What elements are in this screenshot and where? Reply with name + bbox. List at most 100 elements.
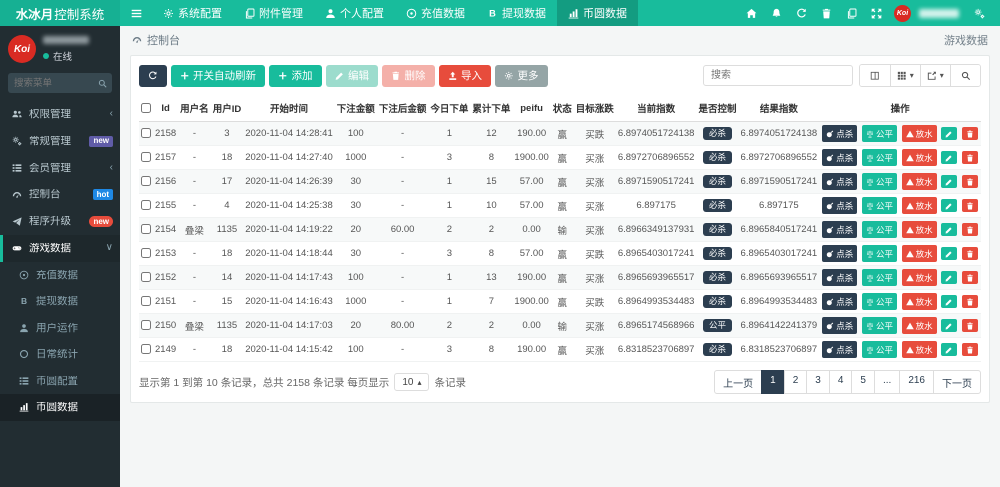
refresh-button[interactable] bbox=[139, 65, 167, 87]
column-header[interactable]: 操作 bbox=[819, 95, 981, 122]
sidebar-item-coin-data[interactable]: 币圆数据 bbox=[0, 394, 120, 421]
edit-row-button[interactable] bbox=[941, 319, 957, 332]
column-header[interactable]: 当前指数 bbox=[616, 95, 697, 122]
column-header[interactable]: 累计下单 bbox=[470, 95, 512, 122]
sidebar-item-withdraw-data[interactable]: B 提现数据 bbox=[0, 288, 120, 315]
avatar[interactable]: Koi bbox=[894, 5, 911, 22]
column-header[interactable]: 用户ID bbox=[211, 95, 244, 122]
kill-button[interactable]: 点杀 bbox=[822, 245, 857, 262]
refresh-icon[interactable] bbox=[789, 8, 814, 19]
kill-button[interactable]: 点杀 bbox=[822, 125, 857, 142]
kill-button[interactable]: 点杀 bbox=[822, 221, 857, 238]
water-button[interactable]: 放水 bbox=[902, 197, 937, 214]
water-button[interactable]: 放水 bbox=[902, 245, 937, 262]
sidebar-item-user-ops[interactable]: 用户运作 bbox=[0, 315, 120, 342]
edit-row-button[interactable] bbox=[941, 151, 957, 164]
kill-button[interactable]: 点杀 bbox=[822, 317, 857, 334]
column-header[interactable]: 下注金额 bbox=[335, 95, 377, 122]
sidebar-item-coin-config[interactable]: 币圆配置 bbox=[0, 368, 120, 395]
fair-button[interactable]: 公平 bbox=[862, 149, 897, 166]
sidebar-item-permission-mgmt[interactable]: 权限管理 ‹ bbox=[0, 101, 120, 128]
row-checkbox[interactable] bbox=[141, 128, 151, 138]
column-header[interactable]: 用户名 bbox=[178, 95, 211, 122]
page-button[interactable]: 2 bbox=[784, 370, 808, 394]
column-header[interactable]: Id bbox=[153, 95, 178, 122]
kill-button[interactable]: 点杀 bbox=[822, 341, 857, 358]
expand-icon[interactable] bbox=[864, 8, 889, 19]
sidebar-item-member-mgmt[interactable]: 会员管理 ‹ bbox=[0, 155, 120, 182]
page-ellipsis[interactable]: ... bbox=[874, 370, 900, 394]
avatar[interactable]: Koi bbox=[8, 35, 36, 63]
add-button[interactable]: 添加 bbox=[269, 65, 322, 87]
topnav-item-profile-config[interactable]: 个人配置 bbox=[314, 0, 395, 26]
prev-page-button[interactable]: 上一页 bbox=[714, 370, 762, 394]
topnav-item-withdraw-data[interactable]: B 提现数据 bbox=[476, 0, 557, 26]
page-button[interactable]: 4 bbox=[829, 370, 853, 394]
row-checkbox[interactable] bbox=[141, 344, 151, 354]
fair-button[interactable]: 公平 bbox=[862, 221, 897, 238]
bell-icon[interactable] bbox=[764, 8, 789, 19]
edit-row-button[interactable] bbox=[941, 223, 957, 236]
edit-row-button[interactable] bbox=[941, 127, 957, 140]
fair-button[interactable]: 公平 bbox=[862, 245, 897, 262]
delete-button[interactable]: 删除 bbox=[382, 65, 435, 87]
row-checkbox[interactable] bbox=[141, 296, 151, 306]
topnav-item-system-config[interactable]: 系统配置 bbox=[152, 0, 233, 26]
files-icon[interactable] bbox=[839, 8, 864, 19]
column-header[interactable]: 下注后金额 bbox=[377, 95, 429, 122]
more-button[interactable]: 更多 bbox=[495, 65, 548, 87]
delete-row-button[interactable] bbox=[962, 271, 978, 284]
sidebar-search-input[interactable] bbox=[8, 73, 92, 93]
column-header[interactable]: 状态 bbox=[551, 95, 574, 122]
fair-button[interactable]: 公平 bbox=[862, 293, 897, 310]
columns-button[interactable]: ▾ bbox=[890, 65, 920, 86]
row-checkbox[interactable] bbox=[141, 152, 151, 162]
sidebar-item-game-data[interactable]: 游戏数据 ∨ bbox=[0, 235, 120, 262]
sidebar-item-console[interactable]: 控制台 hot bbox=[0, 181, 120, 208]
sidebar-item-daily-stats[interactable]: 日常统计 bbox=[0, 341, 120, 368]
water-button[interactable]: 放水 bbox=[902, 125, 937, 142]
kill-button[interactable]: 点杀 bbox=[822, 173, 857, 190]
water-button[interactable]: 放水 bbox=[902, 341, 937, 358]
delete-row-button[interactable] bbox=[962, 175, 978, 188]
topnav-item-attachments[interactable]: 附件管理 bbox=[233, 0, 314, 26]
sidebar-toggle-icon[interactable] bbox=[120, 0, 152, 26]
water-button[interactable]: 放水 bbox=[902, 317, 937, 334]
delete-row-button[interactable] bbox=[962, 223, 978, 236]
delete-row-button[interactable] bbox=[962, 127, 978, 140]
delete-row-button[interactable] bbox=[962, 295, 978, 308]
kill-button[interactable]: 点杀 bbox=[822, 269, 857, 286]
page-button[interactable]: 3 bbox=[806, 370, 830, 394]
edit-row-button[interactable] bbox=[941, 271, 957, 284]
row-checkbox[interactable] bbox=[141, 248, 151, 258]
delete-row-button[interactable] bbox=[962, 199, 978, 212]
page-button[interactable]: 1 bbox=[761, 370, 785, 394]
auto-refresh-button[interactable]: 开关自动刷新 bbox=[171, 65, 266, 87]
table-search-input[interactable] bbox=[703, 65, 853, 86]
column-header[interactable]: 结果指数 bbox=[739, 95, 820, 122]
settings-cogs-icon[interactable] bbox=[967, 8, 992, 19]
column-header[interactable]: peifu bbox=[512, 95, 550, 122]
import-button[interactable]: 导入 bbox=[439, 65, 492, 87]
edit-row-button[interactable] bbox=[941, 199, 957, 212]
topnav-item-coin-data[interactable]: 币圆数据 bbox=[557, 0, 638, 26]
edit-button[interactable]: 编辑 bbox=[326, 65, 379, 87]
edit-row-button[interactable] bbox=[941, 247, 957, 260]
trash-icon[interactable] bbox=[814, 8, 839, 19]
sidebar-item-recharge-data[interactable]: 充值数据 bbox=[0, 262, 120, 289]
row-checkbox[interactable] bbox=[141, 176, 151, 186]
sidebar-item-program-upgrade[interactable]: 程序升级 new bbox=[0, 208, 120, 235]
export-button[interactable]: ▾ bbox=[920, 65, 950, 86]
select-all-checkbox[interactable] bbox=[141, 103, 151, 113]
water-button[interactable]: 放水 bbox=[902, 149, 937, 166]
water-button[interactable]: 放水 bbox=[902, 269, 937, 286]
search-icon[interactable] bbox=[92, 73, 112, 93]
fair-button[interactable]: 公平 bbox=[862, 269, 897, 286]
search-button[interactable] bbox=[950, 65, 980, 86]
row-checkbox[interactable] bbox=[141, 224, 151, 234]
delete-row-button[interactable] bbox=[962, 319, 978, 332]
water-button[interactable]: 放水 bbox=[902, 221, 937, 238]
fair-button[interactable]: 公平 bbox=[862, 197, 897, 214]
row-checkbox[interactable] bbox=[141, 320, 151, 330]
page-button[interactable]: 5 bbox=[851, 370, 875, 394]
